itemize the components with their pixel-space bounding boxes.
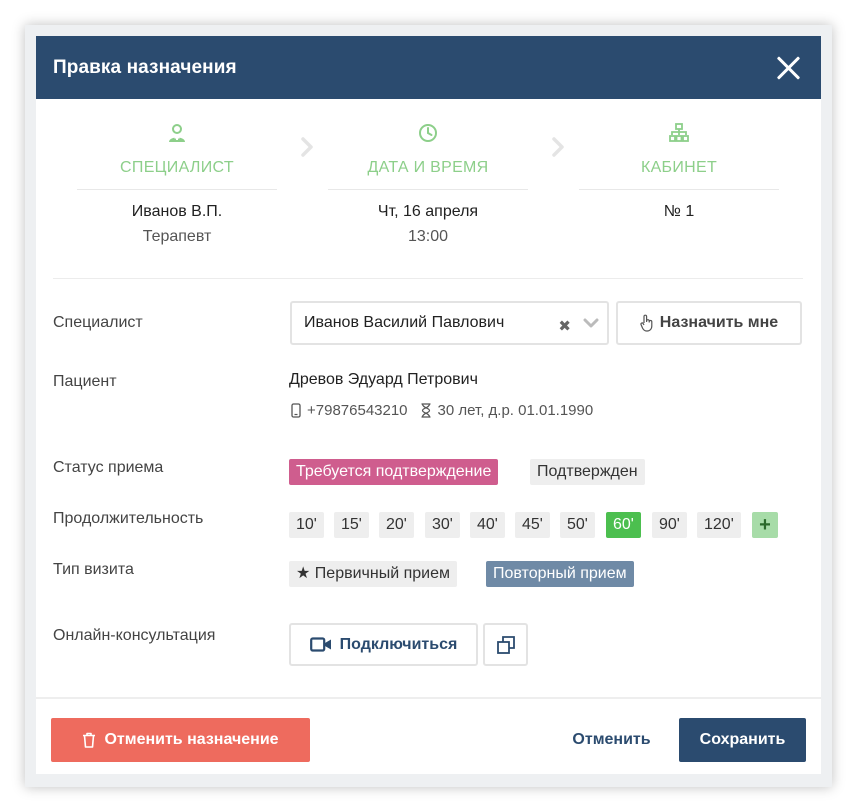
section-divider bbox=[53, 278, 803, 279]
step-underline bbox=[77, 189, 277, 190]
copy-link-button[interactable] bbox=[483, 623, 528, 666]
patient-meta: +79876543210 30 лет, д.р. 01.01.1990 bbox=[291, 402, 593, 419]
duration-option-selected[interactable]: 60' bbox=[606, 512, 641, 538]
cancel-button[interactable]: Отменить bbox=[557, 718, 666, 762]
online-consultation-label: Онлайн-консультация bbox=[53, 627, 216, 644]
duration-option[interactable]: 20' bbox=[379, 512, 414, 538]
hourglass-icon bbox=[421, 403, 431, 418]
assign-me-label: Назначить мне bbox=[659, 314, 779, 331]
patient-name[interactable]: Древов Эдуард Петрович bbox=[289, 371, 478, 389]
duration-label: Продолжительность bbox=[53, 510, 204, 527]
step-value: Чт, 16 апреля bbox=[377, 203, 479, 220]
clear-icon[interactable]: ✖ bbox=[558, 317, 571, 335]
visit-type-primary[interactable]: ★ Первичный прием bbox=[289, 561, 457, 587]
duration-option[interactable]: 90' bbox=[652, 512, 687, 538]
chevron-down-icon[interactable] bbox=[583, 317, 599, 329]
add-duration-button[interactable]: + bbox=[752, 512, 778, 538]
star-icon: ★ bbox=[296, 565, 311, 582]
modal-shadow-frame: Правка назначения СПЕЦИАЛИСТ Иванов В.П.… bbox=[25, 25, 832, 787]
modal-header: Правка назначения bbox=[36, 36, 821, 99]
status-label: Статус приема bbox=[53, 459, 164, 476]
save-button[interactable]: Сохранить bbox=[679, 718, 806, 762]
step-underline bbox=[328, 189, 528, 190]
mobile-phone-icon bbox=[291, 403, 301, 418]
modal-title: Правка назначения bbox=[53, 56, 237, 78]
step-label: СПЕЦИАЛИСТ bbox=[120, 159, 234, 176]
duration-option[interactable]: 10' bbox=[289, 512, 324, 538]
status-option-pending[interactable]: Требуется подтверждение bbox=[289, 459, 499, 485]
duration-option[interactable]: 45' bbox=[515, 512, 550, 538]
status-option-confirmed[interactable]: Подтвержден bbox=[530, 459, 645, 485]
connect-button[interactable]: Подключиться bbox=[289, 623, 478, 666]
visit-type-primary-label: Первичный прием bbox=[314, 565, 450, 582]
step-value: № 1 bbox=[663, 203, 695, 220]
video-camera-icon bbox=[309, 637, 331, 652]
duration-option[interactable]: 30' bbox=[425, 512, 460, 538]
hierarchy-icon bbox=[669, 123, 689, 142]
close-icon[interactable] bbox=[775, 55, 801, 81]
specialist-select[interactable]: Иванов Василий Павлович ✖ bbox=[290, 301, 609, 345]
step-value: Иванов В.П. bbox=[131, 203, 223, 220]
doctor-icon bbox=[169, 124, 185, 142]
patient-phone: +79876543210 bbox=[307, 402, 408, 419]
specialist-selected-value: Иванов Василий Павлович bbox=[304, 314, 505, 331]
step-sub: Терапевт bbox=[142, 228, 212, 245]
duration-option[interactable]: 40' bbox=[470, 512, 505, 538]
patient-age: 30 лет, д.р. 01.01.1990 bbox=[437, 402, 594, 419]
visit-type-repeat[interactable]: Повторный прием bbox=[486, 561, 634, 587]
visit-type-label: Тип визита bbox=[53, 561, 134, 578]
step-sub: 13:00 bbox=[407, 228, 449, 245]
trash-icon bbox=[83, 732, 96, 748]
connect-label: Подключиться bbox=[339, 635, 458, 653]
cancel-appointment-label: Отменить назначение bbox=[104, 731, 279, 748]
assign-me-button[interactable]: Назначить мне bbox=[616, 301, 802, 345]
edit-appointment-modal: Правка назначения СПЕЦИАЛИСТ Иванов В.П.… bbox=[36, 36, 821, 774]
step-label: КАБИНЕТ bbox=[640, 159, 718, 176]
modal-footer: Отменить назначение Отменить Сохранить bbox=[36, 697, 821, 774]
chevron-right-icon bbox=[301, 137, 313, 157]
chevron-right-icon bbox=[552, 137, 564, 157]
step-label: ДАТА И ВРЕМЯ bbox=[367, 159, 489, 176]
cancel-appointment-button[interactable]: Отменить назначение bbox=[51, 718, 310, 762]
appointment-summary-steps: СПЕЦИАЛИСТ Иванов В.П. Терапевт ДАТА И В… bbox=[36, 99, 821, 277]
patient-label: Пациент bbox=[53, 373, 117, 390]
duration-option[interactable]: 120' bbox=[697, 512, 741, 538]
step-underline bbox=[579, 189, 779, 190]
duration-option[interactable]: 50' bbox=[560, 512, 595, 538]
pointer-hand-icon bbox=[640, 314, 653, 332]
specialist-label: Специалист bbox=[53, 314, 143, 331]
copy-icon bbox=[496, 635, 515, 654]
clock-icon bbox=[419, 124, 437, 142]
duration-option[interactable]: 15' bbox=[334, 512, 369, 538]
